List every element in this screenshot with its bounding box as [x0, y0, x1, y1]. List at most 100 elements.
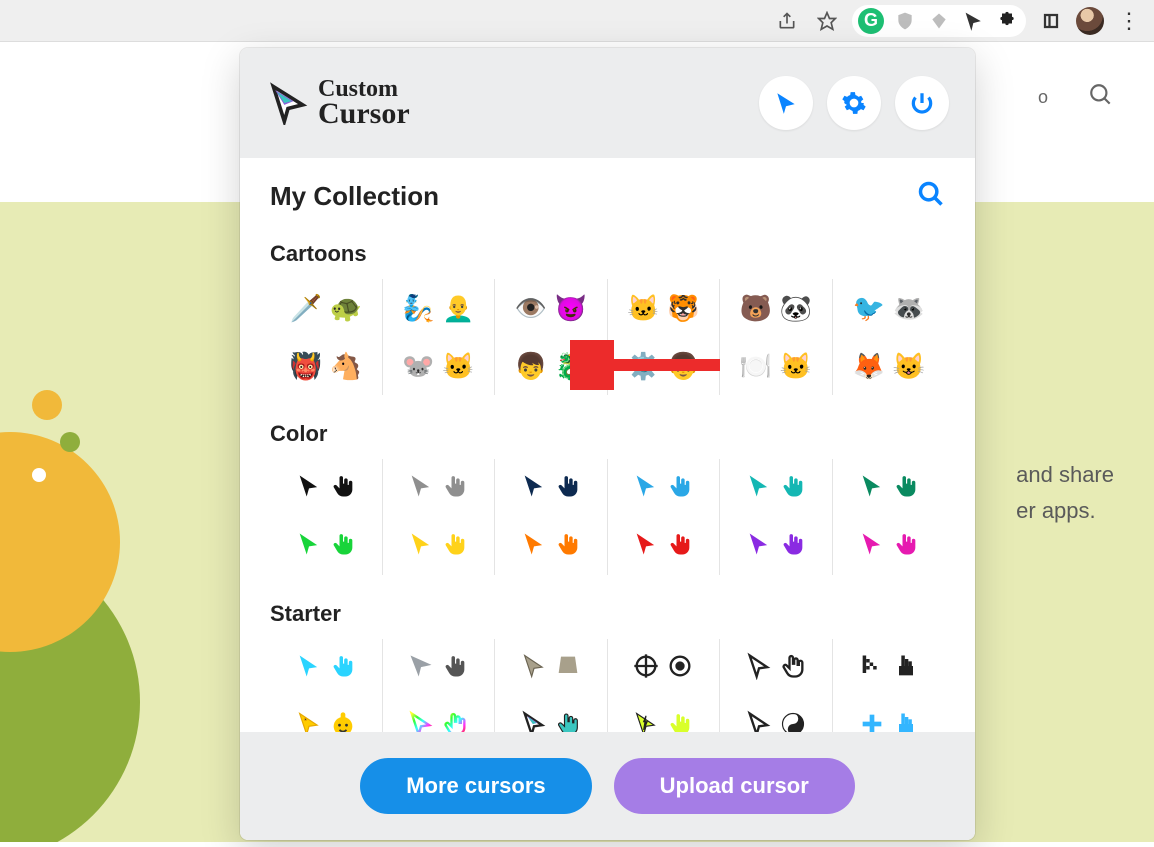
page-copy-line1: and share	[1016, 462, 1114, 488]
kebab-menu-icon[interactable]: ⋮	[1114, 8, 1144, 34]
starter-cursor-pair[interactable]	[383, 697, 496, 732]
ext-puzzle-icon[interactable]	[994, 8, 1020, 34]
cartoon-cursor-pair[interactable]: 🍽️🐱	[720, 337, 833, 395]
cursor-icon	[632, 472, 660, 505]
pointer-hand-icon	[329, 710, 357, 733]
window-icon[interactable]	[1036, 6, 1066, 36]
color-cursor-pair[interactable]	[270, 517, 383, 575]
cartoon-icon: 👦	[666, 349, 700, 383]
settings-button[interactable]	[827, 76, 881, 130]
upload-cursor-button[interactable]: Upload cursor	[614, 758, 855, 814]
starter-cursor-pair[interactable]	[270, 697, 383, 732]
color-cursor-pair[interactable]	[495, 517, 608, 575]
power-button[interactable]	[895, 76, 949, 130]
cartoon-cursor-pair[interactable]: 🐦🦝	[833, 279, 946, 337]
brand-logo: Custom Cursor	[266, 79, 410, 128]
pointer-hand-icon	[554, 530, 582, 563]
cartoon-icon: 🐭	[401, 349, 435, 383]
cartoon-icon: 😺	[892, 349, 926, 383]
pointer-hand-icon	[441, 652, 469, 685]
popup-body: My Collection Cartoons 🗡️🐢🧞👨‍🦲👁️😈🐱🐯🐻🐼🐦🦝👹…	[240, 158, 975, 732]
color-cursor-pair[interactable]	[495, 459, 608, 517]
cursor-icon	[858, 472, 886, 505]
home-cursor-button[interactable]	[759, 76, 813, 130]
pointer-hand-icon	[892, 652, 920, 685]
cartoon-cursor-pair[interactable]: ⚙️👦	[608, 337, 721, 395]
cartoon-icon: 🍽️	[739, 349, 773, 383]
share-icon[interactable]	[772, 6, 802, 36]
ext-custom-cursor-icon[interactable]	[960, 8, 986, 34]
ext-diamond-icon[interactable]	[926, 8, 952, 34]
cartoon-icon: ⚙️	[626, 349, 660, 383]
cursor-icon	[407, 652, 435, 685]
starter-cursor-pair[interactable]	[495, 639, 608, 697]
starter-cursor-pair[interactable]	[608, 639, 721, 697]
starter-cursor-pair[interactable]	[270, 639, 383, 697]
brand-bottom: Cursor	[318, 97, 410, 130]
cursor-icon	[407, 472, 435, 505]
pointer-hand-icon	[441, 530, 469, 563]
cartoon-cursor-pair[interactable]: 👁️😈	[495, 279, 608, 337]
cartoon-icon: 🦊	[852, 349, 886, 383]
starter-cursor-pair[interactable]	[720, 697, 833, 732]
cursor-icon	[632, 710, 660, 733]
cursor-icon	[858, 530, 886, 563]
cartoon-cursor-pair[interactable]: 🐭🐱	[383, 337, 496, 395]
profile-avatar[interactable]	[1076, 7, 1104, 35]
starter-grid	[270, 639, 945, 732]
section-starter-title: Starter	[270, 601, 945, 627]
starter-cursor-pair[interactable]	[383, 639, 496, 697]
color-cursor-pair[interactable]	[833, 517, 946, 575]
color-cursor-pair[interactable]	[608, 517, 721, 575]
pointer-hand-icon	[329, 652, 357, 685]
ext-shield-icon[interactable]	[892, 8, 918, 34]
page-copy: and share er apps.	[1016, 462, 1114, 524]
starter-cursor-pair[interactable]	[608, 697, 721, 732]
color-grid	[270, 459, 945, 575]
pointer-hand-icon	[666, 530, 694, 563]
search-button[interactable]	[917, 180, 945, 213]
pointer-hand-icon	[892, 710, 920, 733]
pointer-hand-icon	[441, 710, 469, 733]
cursor-icon	[745, 530, 773, 563]
cartoon-icon: 🐼	[779, 291, 813, 325]
cartoon-cursor-pair[interactable]: 👦🐉	[495, 337, 608, 395]
page-search-icon[interactable]	[1088, 82, 1114, 113]
cartoon-icon: 👹	[289, 349, 323, 383]
more-cursors-button[interactable]: More cursors	[360, 758, 591, 814]
cartoon-icon: 😈	[554, 291, 588, 325]
cursor-icon	[295, 652, 323, 685]
pointer-hand-icon	[779, 472, 807, 505]
cursor-icon	[295, 530, 323, 563]
pointer-hand-icon	[779, 530, 807, 563]
cursor-icon	[632, 652, 660, 685]
cartoon-cursor-pair[interactable]: 🐱🐯	[608, 279, 721, 337]
pointer-hand-icon	[329, 472, 357, 505]
cartoon-cursor-pair[interactable]: 🦊😺	[833, 337, 946, 395]
ext-grammarly-icon[interactable]: G	[858, 8, 884, 34]
pointer-hand-icon	[666, 710, 694, 733]
cartoon-cursor-pair[interactable]: 🗡️🐢	[270, 279, 383, 337]
starter-cursor-pair[interactable]	[495, 697, 608, 732]
color-cursor-pair[interactable]	[720, 517, 833, 575]
color-cursor-pair[interactable]	[270, 459, 383, 517]
color-cursor-pair[interactable]	[720, 459, 833, 517]
cursor-icon	[745, 652, 773, 685]
color-cursor-pair[interactable]	[383, 459, 496, 517]
cartoon-icon: 🧞	[401, 291, 435, 325]
cursor-icon	[295, 472, 323, 505]
starter-cursor-pair[interactable]	[720, 639, 833, 697]
color-cursor-pair[interactable]	[608, 459, 721, 517]
starter-cursor-pair[interactable]	[833, 639, 946, 697]
star-icon[interactable]	[812, 6, 842, 36]
color-cursor-pair[interactable]	[383, 517, 496, 575]
starter-cursor-pair[interactable]	[833, 697, 946, 732]
cursor-icon	[520, 710, 548, 733]
cartoon-cursor-pair[interactable]: 🐻🐼	[720, 279, 833, 337]
cartoon-cursor-pair[interactable]: 👹🐴	[270, 337, 383, 395]
pointer-hand-icon	[666, 472, 694, 505]
cartoon-icon: 🗡️	[289, 291, 323, 325]
cartoon-cursor-pair[interactable]: 🧞👨‍🦲	[383, 279, 496, 337]
color-cursor-pair[interactable]	[833, 459, 946, 517]
pointer-hand-icon	[554, 710, 582, 733]
